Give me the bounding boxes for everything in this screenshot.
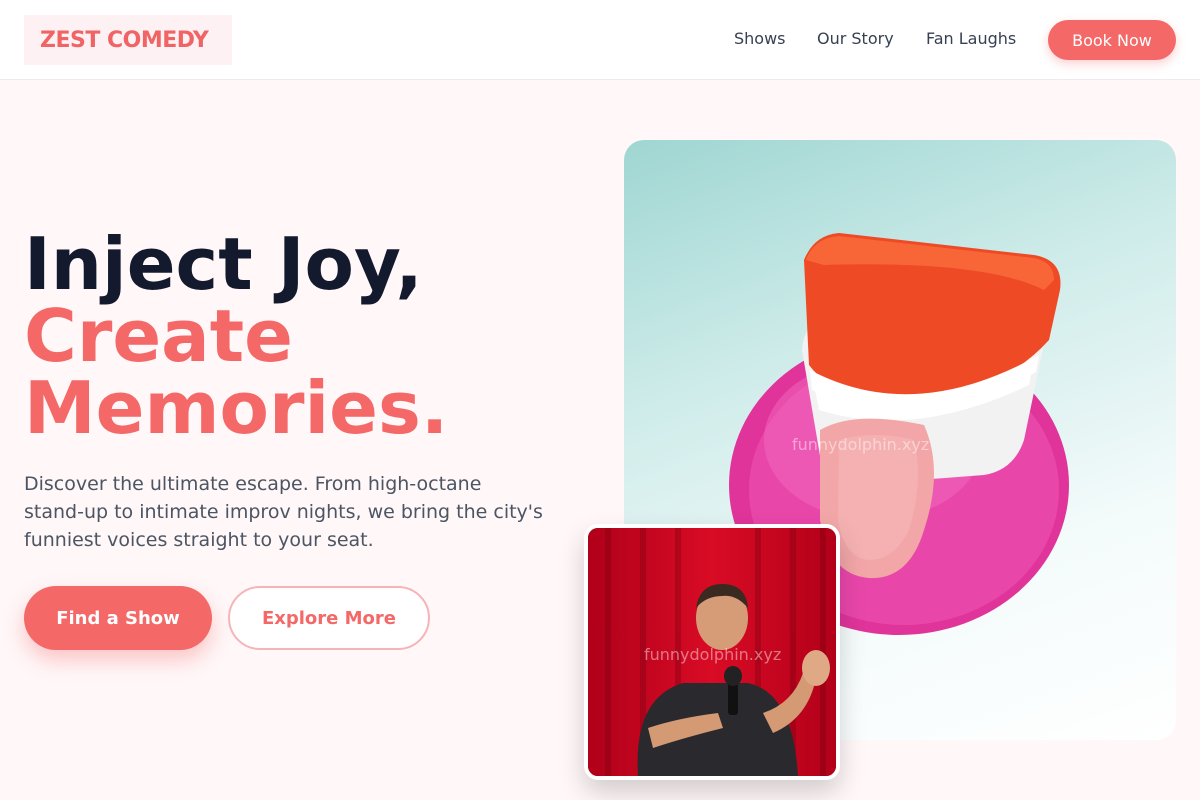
comedian-photo: funnydolphin.xyz <box>584 524 840 780</box>
book-now-button[interactable]: Book Now <box>1048 20 1176 60</box>
headline-line-3: Memories. <box>24 366 449 450</box>
small-image-watermark: funnydolphin.xyz <box>644 645 781 664</box>
nav-link-shows[interactable]: Shows <box>734 29 786 48</box>
headline-line-1: Inject Joy, <box>24 222 423 306</box>
logo[interactable]: ZEST COMEDY <box>24 15 232 65</box>
site-header: ZEST COMEDY Shows Our Story Fan Laughs B… <box>0 0 1200 80</box>
nav-link-our-story[interactable]: Our Story <box>817 29 894 48</box>
hero-description: Discover the ultimate escape. From high-… <box>24 473 543 551</box>
main-image-watermark: funnydolphin.xyz <box>792 435 929 454</box>
hero-headline: Inject Joy, Create Memories. <box>24 228 448 444</box>
logo-text: ZEST COMEDY <box>40 27 209 53</box>
headline-line-2: Create <box>24 294 294 378</box>
explore-more-button[interactable]: Explore More <box>228 586 430 650</box>
find-a-show-button[interactable]: Find a Show <box>24 586 212 650</box>
comedian-illustration: funnydolphin.xyz <box>588 528 836 776</box>
nav-link-fan-laughs[interactable]: Fan Laughs <box>926 29 1016 48</box>
